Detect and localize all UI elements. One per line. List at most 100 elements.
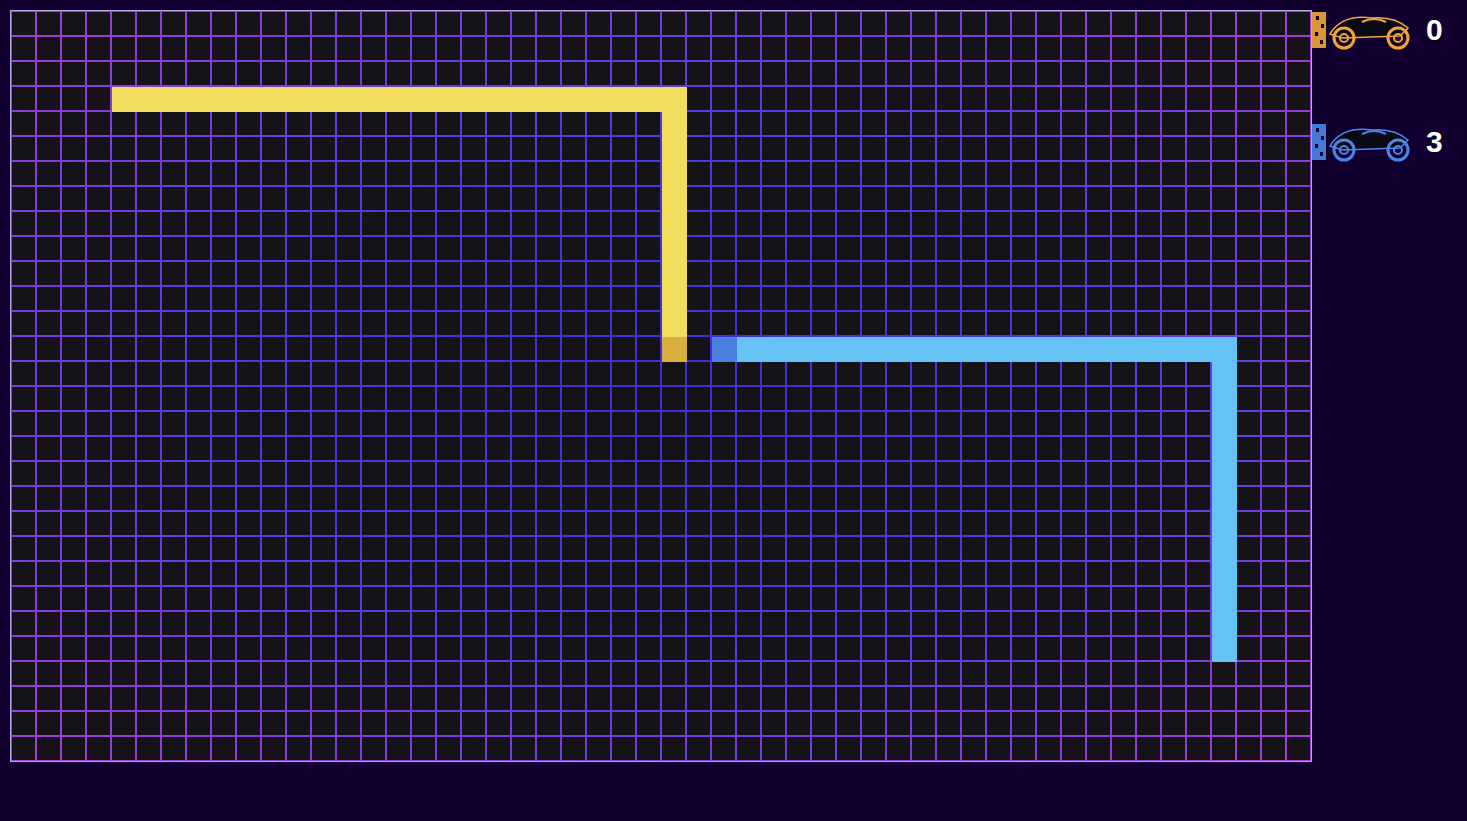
grid-cell (212, 337, 235, 360)
grid-cell (1062, 512, 1085, 535)
grid-cell (912, 612, 935, 635)
grid-cell (87, 237, 110, 260)
grid-cell (537, 712, 560, 735)
grid-cell (737, 687, 760, 710)
grid-cell (237, 262, 260, 285)
grid-cell (337, 687, 360, 710)
grid-cell (1162, 162, 1185, 185)
grid-cell (1262, 662, 1285, 685)
grid-cell (1037, 637, 1060, 660)
grid-cell (162, 337, 185, 360)
grid-cell (312, 137, 335, 160)
grid-cell (1037, 662, 1060, 685)
grid-cell (287, 337, 310, 360)
grid-cell (1237, 262, 1260, 285)
grid-cell (912, 312, 935, 335)
grid-cell (637, 112, 660, 135)
grid-cell (1287, 587, 1310, 610)
grid-cell (337, 337, 360, 360)
grid-cell (787, 537, 810, 560)
grid-cell (537, 37, 560, 60)
grid-cell (462, 487, 485, 510)
grid-cell (812, 712, 835, 735)
grid-cell (587, 537, 610, 560)
grid-cell (387, 562, 410, 585)
grid-cell (1137, 37, 1160, 60)
grid-cell (387, 437, 410, 460)
grid-cell (1237, 437, 1260, 460)
grid-cell (87, 87, 110, 110)
grid-cell (912, 637, 935, 660)
grid-cell (1237, 662, 1260, 685)
grid-cell (812, 12, 835, 35)
grid-cell (787, 212, 810, 235)
grid-cell (1162, 112, 1185, 135)
grid-cell (612, 637, 635, 660)
cycle-head (712, 337, 737, 362)
grid-cell (687, 37, 710, 60)
grid-cell (437, 587, 460, 610)
grid-cell (1087, 112, 1110, 135)
grid-cell (387, 537, 410, 560)
grid-cell (462, 337, 485, 360)
grid-cell (12, 487, 35, 510)
grid-cell (512, 37, 535, 60)
grid-cell (37, 162, 60, 185)
grid-cell (212, 387, 235, 410)
grid-cell (837, 487, 860, 510)
grid-cell (1112, 162, 1135, 185)
grid-cell (812, 487, 835, 510)
grid-cell (1012, 537, 1035, 560)
grid-cell (637, 212, 660, 235)
grid-cell (1012, 362, 1035, 385)
grid-cell (862, 212, 885, 235)
grid-cell (237, 212, 260, 235)
grid-cell (712, 187, 735, 210)
grid-cell (537, 212, 560, 235)
grid-cell (287, 487, 310, 510)
grid-cell (12, 12, 35, 35)
grid-cell (262, 437, 285, 460)
grid-cell (362, 562, 385, 585)
grid-cell (1212, 37, 1235, 60)
grid-cell (1262, 312, 1285, 335)
grid-cell (887, 387, 910, 410)
grid-cell (412, 537, 435, 560)
grid-cell (887, 587, 910, 610)
grid-cell (687, 362, 710, 385)
grid-cell (587, 362, 610, 385)
grid-cell (612, 487, 635, 510)
grid-cell (187, 412, 210, 435)
grid-cell (962, 387, 985, 410)
grid-cell (537, 312, 560, 335)
grid-cell (337, 312, 360, 335)
grid-cell (787, 12, 810, 35)
grid-cell (12, 162, 35, 185)
grid-cell (937, 462, 960, 485)
grid-cell (162, 437, 185, 460)
grid-cell (937, 637, 960, 660)
grid-cell (1137, 387, 1160, 410)
grid-cell (887, 162, 910, 185)
grid-cell (1087, 162, 1110, 185)
grid-cell (137, 687, 160, 710)
grid-cell (1237, 562, 1260, 585)
grid-cell (962, 687, 985, 710)
grid-cell (562, 212, 585, 235)
grid-cell (762, 362, 785, 385)
grid-cell (862, 512, 885, 535)
grid-cell (462, 562, 485, 585)
grid-cell (862, 687, 885, 710)
grid-cell (212, 412, 235, 435)
grid-cell (212, 562, 235, 585)
grid-cell (87, 512, 110, 535)
grid-cell (1112, 187, 1135, 210)
grid-cell (37, 362, 60, 385)
grid-cell (1212, 712, 1235, 735)
grid-cell (137, 137, 160, 160)
grid-cell (587, 687, 610, 710)
grid-cell (87, 412, 110, 435)
grid-cell (487, 12, 510, 35)
grid-cell (862, 287, 885, 310)
grid-cell (562, 662, 585, 685)
